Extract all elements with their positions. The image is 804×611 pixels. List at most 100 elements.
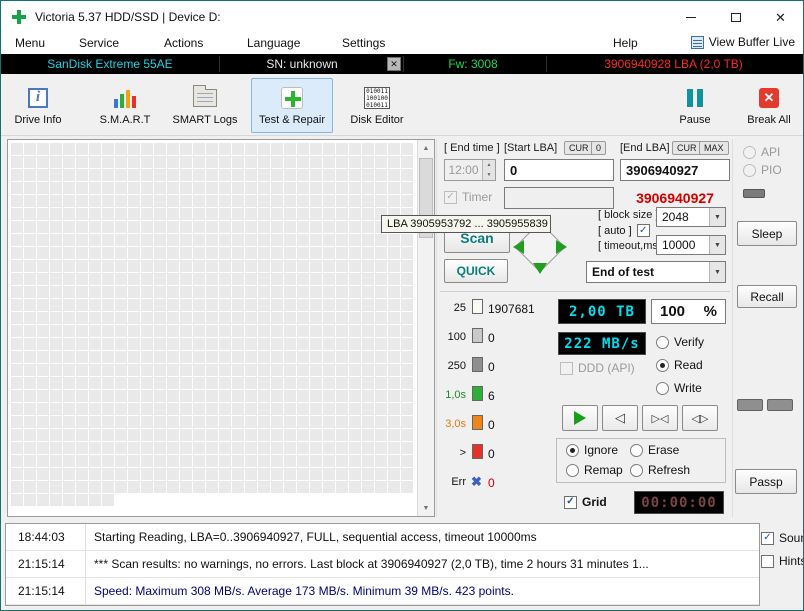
radio-icon bbox=[656, 381, 669, 395]
last-block-lba-value: 3906940927 bbox=[636, 190, 714, 206]
timeout-dropdown[interactable]: 10000 ▼ bbox=[656, 235, 726, 255]
seek-outward-button[interactable]: ◁▷ bbox=[682, 405, 718, 431]
mini-indicator-2 bbox=[767, 399, 793, 411]
scroll-up-icon[interactable]: ▲ bbox=[418, 140, 434, 156]
action-radio-remap[interactable]: Remap bbox=[566, 463, 623, 477]
erase-label: Erase bbox=[648, 443, 680, 457]
quick-button[interactable]: QUICK bbox=[444, 259, 508, 283]
pause-label: Pause bbox=[679, 113, 711, 126]
timer-label: Timer bbox=[462, 190, 493, 204]
end-of-test-value: End of test bbox=[592, 265, 654, 279]
test-repair-button[interactable]: Test & Repair bbox=[251, 78, 333, 133]
verify-label: Verify bbox=[674, 335, 705, 349]
stat-block-1s bbox=[472, 386, 483, 401]
api-label: API bbox=[761, 145, 781, 159]
side-panel: API PIO Sleep Recall Passp bbox=[733, 139, 803, 517]
pio-radio[interactable]: PIO bbox=[743, 163, 782, 177]
stat-block-25 bbox=[472, 299, 483, 314]
block-size-dropdown[interactable]: 2048 ▼ bbox=[656, 207, 726, 227]
jog-right-arrow-icon[interactable] bbox=[556, 240, 567, 254]
drive-info-button[interactable]: i Drive Info bbox=[7, 78, 69, 133]
mode-radio-verify[interactable]: Verify bbox=[656, 335, 704, 349]
menu-item-language[interactable]: Language bbox=[247, 36, 300, 50]
jog-left-arrow-icon[interactable] bbox=[513, 240, 524, 254]
sleep-button[interactable]: Sleep bbox=[737, 221, 797, 246]
stat-count-25: 1907681 bbox=[488, 302, 535, 316]
mode-radio-write[interactable]: Write bbox=[656, 381, 702, 395]
start-lba-cur-button[interactable]: CUR bbox=[564, 141, 594, 155]
scroll-down-icon[interactable]: ▼ bbox=[418, 500, 434, 516]
block-size-value: 2048 bbox=[662, 210, 689, 224]
binary-icon: 010011 100100 010011 bbox=[364, 86, 390, 110]
smart-button[interactable]: S.M.A.R.T bbox=[93, 78, 157, 133]
disk-editor-button[interactable]: 010011 100100 010011 Disk Editor bbox=[345, 78, 409, 133]
victoria-window: Victoria 5.37 HDD/SSD | Device D: ✕ Menu… bbox=[0, 0, 804, 611]
end-lba-cur-button[interactable]: CUR bbox=[672, 141, 702, 155]
menu-bar: Menu Service Actions Language Settings H… bbox=[1, 33, 803, 54]
maximize-icon bbox=[730, 12, 741, 22]
stat-count-err: 0 bbox=[488, 476, 495, 490]
jog-down-arrow-icon[interactable] bbox=[533, 263, 547, 274]
minimize-button[interactable] bbox=[668, 1, 713, 33]
hints-label: Hints bbox=[779, 554, 804, 568]
title-bar: Victoria 5.37 HDD/SSD | Device D: ✕ bbox=[1, 1, 803, 33]
view-buffer-live-label: View Buffer Live bbox=[708, 35, 795, 49]
end-lba-input[interactable]: 3906940927 bbox=[620, 159, 730, 181]
end-of-test-dropdown[interactable]: End of test ▼ bbox=[586, 261, 726, 283]
radio-icon bbox=[630, 443, 643, 457]
api-radio[interactable]: API bbox=[743, 145, 780, 159]
maximize-button[interactable] bbox=[713, 1, 758, 33]
stat-count-3s: 0 bbox=[488, 418, 495, 432]
start-lba-input[interactable]: 0 bbox=[504, 159, 614, 181]
log-row: 18:44:03 Starting Reading, LBA=0..390694… bbox=[6, 524, 759, 551]
radio-icon bbox=[656, 335, 669, 349]
close-button[interactable]: ✕ bbox=[758, 1, 803, 33]
auto-checkbox[interactable]: [ auto ] ✓ bbox=[598, 224, 650, 237]
end-time-spinner[interactable]: 12:00 ▲ ▼ bbox=[444, 159, 496, 181]
menu-item-menu[interactable]: Menu bbox=[15, 36, 45, 50]
start-lba-zero-button[interactable]: 0 bbox=[591, 141, 607, 155]
timer-input[interactable] bbox=[504, 187, 614, 209]
menu-item-service[interactable]: Service bbox=[79, 36, 119, 50]
timer-checkbox[interactable]: ✓ Timer bbox=[444, 190, 492, 204]
menu-item-help[interactable]: Help bbox=[613, 36, 638, 50]
end-lba-max-button[interactable]: MAX bbox=[699, 141, 729, 155]
recall-button[interactable]: Recall bbox=[737, 285, 797, 308]
menu-item-settings[interactable]: Settings bbox=[342, 36, 385, 50]
menu-item-actions[interactable]: Actions bbox=[164, 36, 203, 50]
passp-button[interactable]: Passp bbox=[735, 469, 797, 494]
device-capacity: 3906940928 LBA (2,0 TB) bbox=[604, 57, 743, 71]
stat-block-3s bbox=[472, 415, 483, 430]
device-firmware: Fw: 3008 bbox=[448, 57, 498, 71]
smart-logs-button[interactable]: SMART Logs bbox=[169, 78, 241, 133]
mode-radio-read[interactable]: Read bbox=[656, 358, 703, 372]
stat-label-25: 25 bbox=[453, 302, 466, 314]
drive-info-label: Drive Info bbox=[14, 113, 62, 126]
green-cross-icon bbox=[279, 86, 305, 110]
sound-checkbox[interactable]: ✓ Sound bbox=[761, 531, 803, 545]
action-radio-ignore[interactable]: Ignore bbox=[566, 443, 618, 457]
device-bar-close-button[interactable]: ✕ bbox=[387, 57, 401, 71]
log-time: 21:15:14 bbox=[6, 578, 86, 604]
radio-icon bbox=[630, 463, 643, 477]
log-panel: 18:44:03 Starting Reading, LBA=0..390694… bbox=[5, 523, 760, 606]
view-buffer-live[interactable]: View Buffer Live bbox=[690, 35, 795, 49]
checkbox-icon: ✓ bbox=[444, 190, 457, 204]
radio-icon bbox=[743, 163, 756, 177]
checkbox-icon bbox=[761, 554, 774, 568]
action-radio-refresh[interactable]: Refresh bbox=[630, 463, 690, 477]
ddd-api-checkbox[interactable]: DDD (API) bbox=[560, 361, 635, 375]
stat-count-gt: 0 bbox=[488, 447, 495, 461]
hints-checkbox[interactable]: Hints bbox=[761, 554, 804, 568]
start-test-button[interactable] bbox=[562, 405, 598, 431]
break-all-button[interactable]: ✕ Break All bbox=[739, 78, 799, 133]
step-back-button[interactable]: ◁ bbox=[602, 405, 638, 431]
stat-block-100 bbox=[472, 328, 483, 343]
pause-button[interactable]: Pause bbox=[667, 78, 723, 133]
scan-scrollbar[interactable]: ▲ ▼ bbox=[417, 140, 434, 516]
grid-checkbox[interactable]: ✓ Grid bbox=[564, 495, 607, 509]
window-title: Victoria 5.37 HDD/SSD | Device D: bbox=[35, 10, 221, 24]
spinner-arrows-icon[interactable]: ▲ ▼ bbox=[482, 160, 495, 180]
action-radio-erase[interactable]: Erase bbox=[630, 443, 679, 457]
seek-inward-button[interactable]: ▷◁ bbox=[642, 405, 678, 431]
